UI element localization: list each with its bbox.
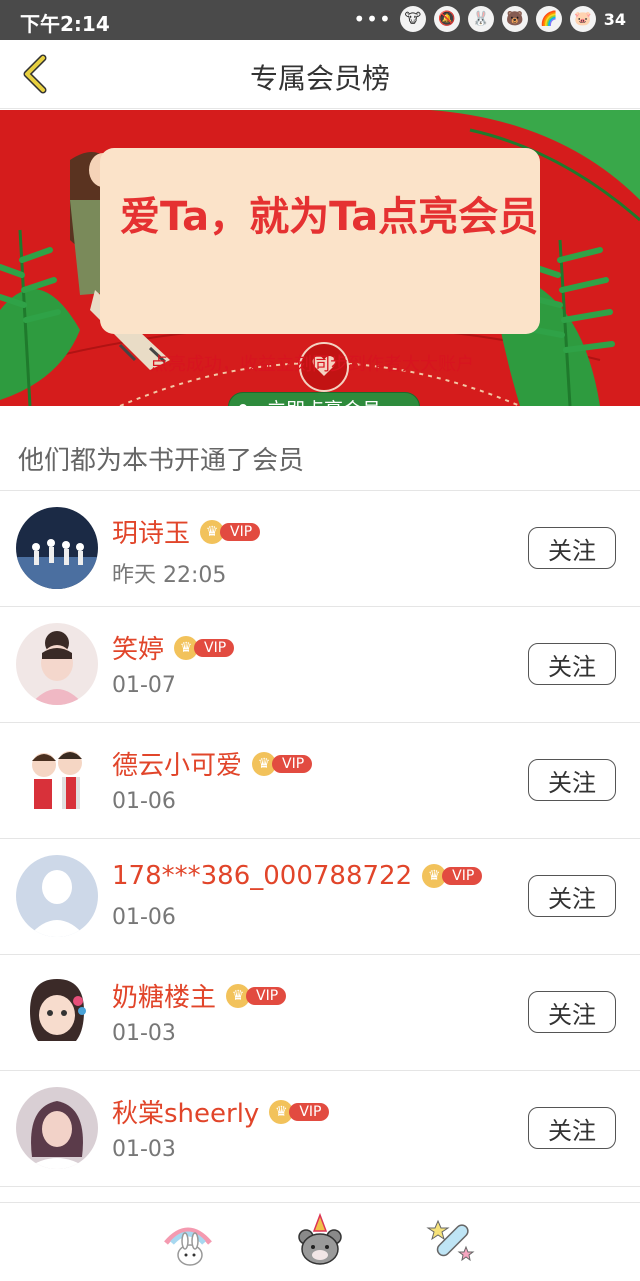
list-item[interactable]: 玥诗玉 ♛ VIP 昨天 22:05 关注 [0,490,640,606]
follow-button[interactable]: 关注 [528,527,616,569]
light-membership-button[interactable]: 立即点亮会员 [228,392,420,406]
magic-wand-icon[interactable] [424,1213,480,1269]
follow-button[interactable]: 关注 [528,875,616,917]
avatar[interactable] [16,739,98,821]
battery-level: 34 [603,9,626,29]
member-date: 01-06 [112,789,176,814]
member-name[interactable]: 笑婷 [112,629,164,666]
avatar[interactable] [16,507,98,589]
follow-button[interactable]: 关注 [528,1107,616,1149]
list-item[interactable]: 德云小可爱 ♛ VIP 01-06 关注 [0,722,640,838]
member-list: 玥诗玉 ♛ VIP 昨天 22:05 关注 笑婷 ♛ VIP 01-07 关注 … [0,490,640,1207]
member-date: 01-03 [112,1137,176,1162]
member-name[interactable]: 178***386_000788722 [112,861,412,891]
banner-subtext: 点亮成功，收益立刻同步到作者大大账户 [150,354,474,375]
vip-badge: ♛ VIP [269,1099,330,1124]
follow-button[interactable]: 关注 [528,991,616,1033]
list-item[interactable]: 秋棠sheerly ♛ VIP 01-03 关注 [0,1070,640,1186]
member-date: 01-07 [112,673,176,698]
follow-button[interactable]: 关注 [528,643,616,685]
vip-badge: ♛ VIP [252,751,313,776]
list-item[interactable]: 奶糖楼主 ♛ VIP 01-03 关注 [0,954,640,1070]
vip-badge: ♛ VIP [226,983,287,1008]
cow-icon: 🐮 [399,6,426,32]
rainbow-bunny-icon[interactable] [160,1213,216,1269]
promo-banner[interactable]: 爱Ta，就为Ta点亮会员 点亮成功，收益立刻同步到作者大大账户 立即点亮会员 [0,110,640,406]
vip-badge: ♛ VIP [200,519,261,544]
member-date: 01-03 [112,1021,176,1046]
member-name[interactable]: 秋棠sheerly [112,1093,259,1130]
status-icons: ••• 🐮 🔕 🐰 🐻 🌈 🐷 34 [353,6,626,32]
vip-badge: ♛ VIP [174,635,235,660]
banner-headline: 爱Ta，就为Ta点亮会员 [120,194,539,240]
member-date: 昨天 22:05 [112,563,227,588]
pig-icon: 🐷 [569,6,596,32]
page-title: 专属会员榜 [249,62,390,95]
avatar[interactable] [16,1087,98,1169]
status-bar: 下午2:14 ••• 🐮 🔕 🐰 🐻 🌈 🐷 34 [0,0,640,40]
member-name[interactable]: 玥诗玉 [112,513,190,550]
app-header: 专属会员榜 [0,40,640,109]
list-item[interactable]: 178***386_000788722 ♛ VIP 01-06 关注 [0,838,640,954]
mute-icon: 🔕 [433,6,460,32]
bottom-nav [0,1202,640,1281]
party-bear-icon[interactable] [292,1213,348,1269]
more-notifications-icon: ••• [353,7,392,31]
rainbow-icon: 🌈 [535,6,562,32]
list-item[interactable]: 笑婷 ♛ VIP 01-07 关注 [0,606,640,722]
bunny-icon: 🐰 [467,6,494,32]
vip-badge: ♛ VIP [422,864,483,888]
avatar[interactable] [16,855,98,937]
member-date: 01-06 [112,905,176,930]
follow-button[interactable]: 关注 [528,759,616,801]
section-title: 他们都为本书开通了会员 [18,446,305,476]
bear-icon: 🐻 [501,6,528,32]
avatar[interactable] [16,623,98,705]
avatar[interactable] [16,971,98,1053]
member-name[interactable]: 德云小可爱 [112,745,242,782]
member-name[interactable]: 奶糖楼主 [112,977,216,1014]
status-time: 下午2:14 [20,12,110,36]
